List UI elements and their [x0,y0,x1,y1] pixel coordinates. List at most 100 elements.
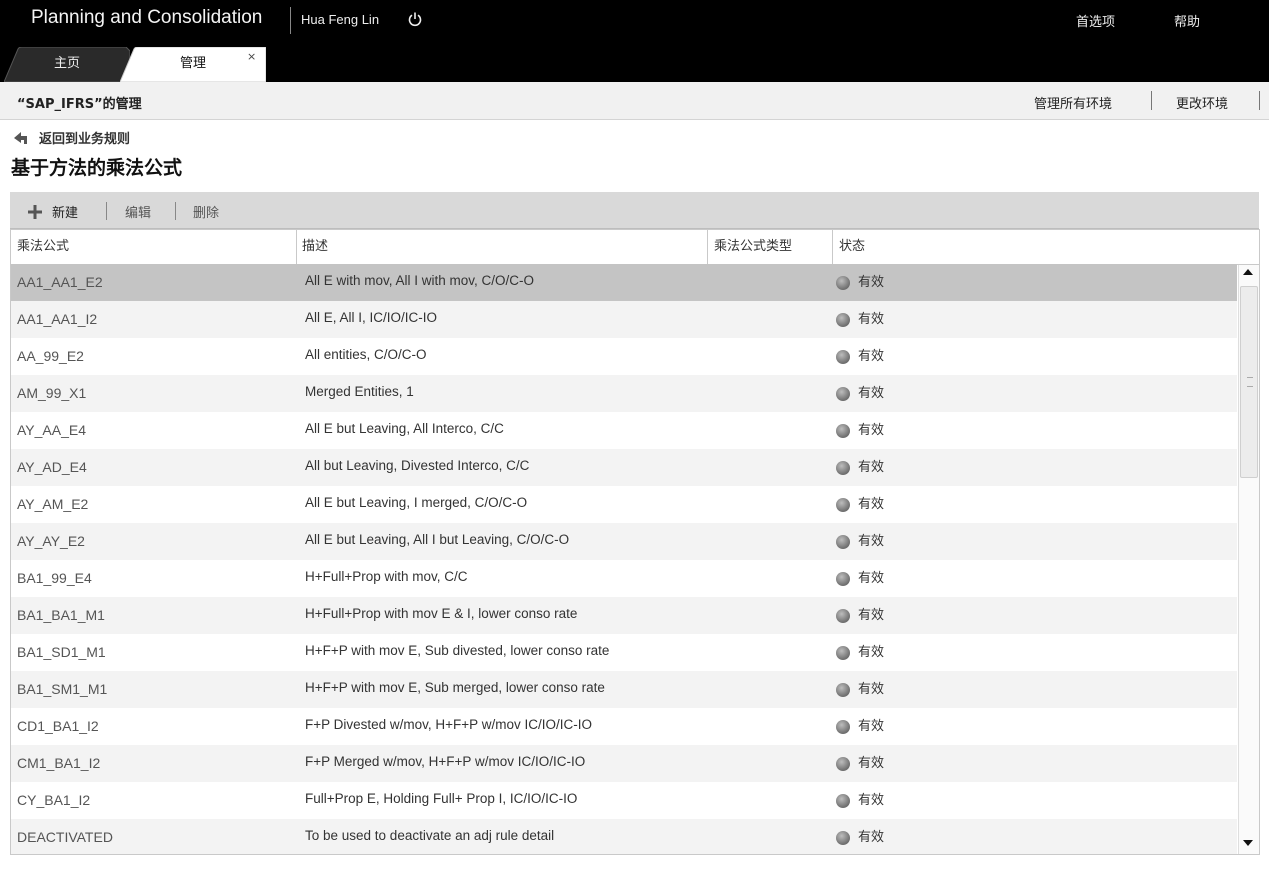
toolbar-divider [175,202,176,220]
new-button[interactable]: 新建 [28,202,78,221]
tab-home[interactable]: 主页 [4,47,130,82]
grip-icon [1247,377,1253,387]
help-link[interactable]: 帮助 [1174,11,1200,30]
formula-name-cell: BA1_SM1_M1 [17,681,108,697]
status-cell: 有效 [836,671,1036,708]
column-header-status[interactable]: 状态 [833,230,1259,265]
power-icon[interactable] [407,11,423,27]
table-header: 乘法公式 描述 乘法公式类型 状态 [11,230,1259,265]
edit-button[interactable]: 编辑 [125,202,151,221]
column-header-formula[interactable]: 乘法公式 [11,230,297,265]
table-row[interactable]: CY_BA1_I2 Full+Prop E, Holding Full+ Prop… [11,782,1237,819]
status-label: 有效 [858,386,885,401]
toolbar-divider [106,202,107,220]
formula-name-cell: AA1_AA1_I2 [17,311,98,327]
plus-icon [28,204,42,219]
subbar-divider [1259,91,1260,110]
status-label: 有效 [858,608,885,623]
app-header: Planning and Consolidation Hua Feng Lin … [0,0,1269,82]
table-row[interactable]: AY_AD_E4 All but Leaving, Divested Interc… [11,449,1237,486]
formula-name-cell: AY_AD_E4 [17,459,87,475]
table-row[interactable]: BA1_SM1_M1 H+F+P with mov E, Sub merged, … [11,671,1237,708]
status-label: 有效 [858,312,885,327]
formula-name-cell: AA_99_E2 [17,348,84,364]
tab-close-icon[interactable]: × [247,50,256,63]
table-row[interactable]: CM1_BA1_I2 F+P Merged w/mov, H+F+P w/mov … [11,745,1237,782]
back-arrow-icon [14,131,27,144]
table-row[interactable]: AM_99_X1 Merged Entities, 1 有效 [11,375,1237,412]
tab-home-label: 主页 [53,56,80,71]
status-cell: 有效 [836,375,1036,412]
description-cell: Full+Prop E, Holding Full+ Prop I, IC/IO… [305,791,578,806]
table-row[interactable]: AA_99_E2 All entities, C/O/C-O 有效 [11,338,1237,375]
status-cell: 有效 [836,782,1036,819]
change-environment-link[interactable]: 更改环境 [1176,93,1228,112]
status-label: 有效 [858,275,885,290]
environment-title: “SAP_IFRS”的管理 [17,97,142,112]
status-dot-icon [836,423,850,438]
status-dot-icon [836,275,850,290]
description-cell: Merged Entities, 1 [305,384,414,399]
status-dot-icon [836,682,850,697]
status-label: 有效 [858,830,885,845]
scroll-down-arrow-icon[interactable] [1243,840,1253,846]
status-cell: 有效 [836,301,1036,338]
table-row[interactable]: BA1_BA1_M1 H+Full+Prop with mov E & I, lo… [11,597,1237,634]
preferences-link[interactable]: 首选项 [1076,11,1115,30]
status-label: 有效 [858,423,885,438]
status-dot-icon [836,793,850,808]
description-cell: H+Full+Prop with mov, C/C [305,569,468,584]
status-dot-icon [836,571,850,586]
table-row[interactable]: AY_AA_E4 All E but Leaving, All Interco, … [11,412,1237,449]
table-row[interactable]: DEACTIVATED To be used to deactivate an a… [11,819,1237,854]
status-label: 有效 [858,719,885,734]
status-cell: 有效 [836,634,1036,671]
table-toolbar: 新建 编辑 删除 [10,192,1259,229]
table-row[interactable]: AY_AY_E2 All E but Leaving, All I but Lea… [11,523,1237,560]
description-cell: All entities, C/O/C-O [305,347,427,362]
description-cell: All E, All I, IC/IO/IC-IO [305,310,438,325]
vertical-scrollbar[interactable] [1238,265,1259,854]
table-row[interactable]: CD1_BA1_I2 F+P Divested w/mov, H+F+P w/mo… [11,708,1237,745]
status-cell: 有效 [836,449,1036,486]
new-button-label: 新建 [52,206,79,221]
environment-bar: “SAP_IFRS”的管理 管理所有环境 更改环境 [0,82,1269,120]
description-cell: All E with mov, All I with mov, C/O/C-O [305,273,535,288]
table-row[interactable]: AA1_AA1_I2 All E, All I, IC/IO/IC-IO 有效 [11,301,1237,338]
status-cell: 有效 [836,486,1036,523]
column-header-formula-type[interactable]: 乘法公式类型 [708,230,833,265]
manage-all-environments-link[interactable]: 管理所有环境 [1034,93,1112,112]
status-label: 有效 [858,349,885,364]
delete-button[interactable]: 删除 [193,202,219,221]
status-dot-icon [836,608,850,623]
description-cell: F+P Divested w/mov, H+F+P w/mov IC/IO/IC… [305,717,592,732]
status-cell: 有效 [836,597,1036,634]
formula-name-cell: BA1_BA1_M1 [17,607,105,623]
page-title: 基于方法的乘法公式 [11,157,183,179]
back-to-business-rules-link[interactable]: 返回到业务规则 [12,128,130,147]
scrollbar-thumb[interactable] [1240,286,1258,478]
table-row[interactable]: AY_AM_E2 All E but Leaving, I merged, C/O… [11,486,1237,523]
formula-name-cell: CM1_BA1_I2 [17,755,101,771]
status-label: 有效 [858,682,885,697]
table-row[interactable]: BA1_SD1_M1 H+F+P with mov E, Sub divested… [11,634,1237,671]
table-row[interactable]: AA1_AA1_E2 All E with mov, All I with mov… [11,264,1237,301]
status-label: 有效 [858,756,885,771]
formula-table: 乘法公式 描述 乘法公式类型 状态 AA1_AA1_E2 All E with m… [10,229,1260,855]
status-cell: 有效 [836,338,1036,375]
status-cell: 有效 [836,560,1036,597]
tab-admin[interactable]: 管理 [120,47,266,82]
status-cell: 有效 [836,412,1036,449]
status-dot-icon [836,349,850,364]
description-cell: All E but Leaving, All Interco, C/C [305,421,504,436]
status-dot-icon [836,312,850,327]
tab-admin-label: 管理 [179,56,206,71]
status-label: 有效 [858,534,885,549]
status-label: 有效 [858,460,885,475]
scroll-up-arrow-icon[interactable] [1243,269,1253,275]
description-cell: H+Full+Prop with mov E & I, lower conso … [305,606,578,621]
status-cell: 有效 [836,819,1036,854]
status-cell: 有效 [836,745,1036,782]
column-header-description[interactable]: 描述 [297,230,708,265]
table-row[interactable]: BA1_99_E4 H+Full+Prop with mov, C/C 有效 [11,560,1237,597]
